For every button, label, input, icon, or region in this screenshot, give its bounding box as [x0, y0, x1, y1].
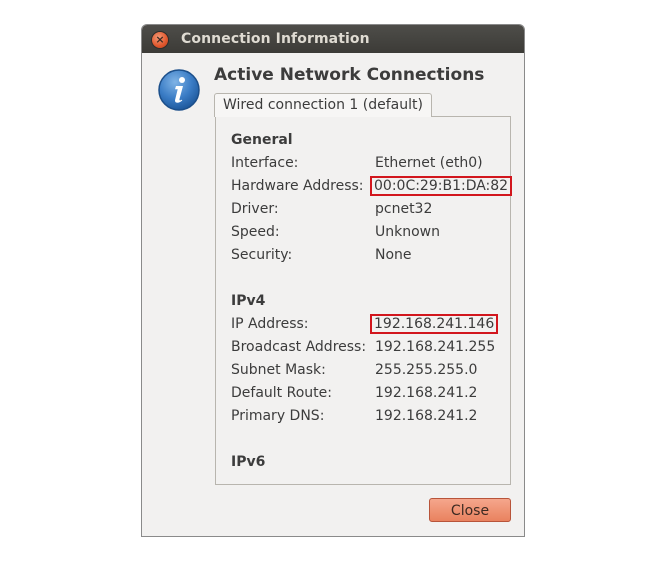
hardware-address-value: 00:0C:29:B1:DA:82 — [369, 176, 513, 196]
connection-info-dialog: × Connection Information Active Network … — [141, 24, 525, 537]
default-route-label: Default Route: — [231, 385, 332, 401]
section-title-ipv4: IPv4 — [231, 293, 266, 309]
speed-label: Speed: — [231, 224, 280, 240]
primary-dns-label: Primary DNS: — [231, 408, 325, 424]
interface-value: Ethernet (eth0) — [375, 155, 483, 171]
info-icon — [158, 69, 200, 111]
broadcast-address-value: 192.168.241.255 — [375, 339, 496, 355]
ip-address-label: IP Address: — [231, 316, 309, 332]
security-value: None — [375, 247, 412, 263]
security-label: Security: — [231, 247, 293, 263]
ip-address-value-wrap: 192.168.241.146 — [369, 314, 499, 334]
page-title: Active Network Connections — [214, 65, 485, 85]
speed-value: Unknown — [375, 224, 440, 240]
broadcast-address-label: Broadcast Address: — [231, 339, 367, 355]
primary-dns-value: 192.168.241.2 — [375, 408, 478, 424]
window-title: Connection Information — [181, 31, 370, 47]
driver-value: pcnet32 — [375, 201, 433, 217]
close-button[interactable]: Close — [429, 498, 511, 522]
title-bar[interactable]: × Connection Information — [142, 25, 524, 53]
section-title-general: General — [231, 132, 293, 148]
ip-address-value: 192.168.241.146 — [369, 314, 499, 334]
default-route-value: 192.168.241.2 — [375, 385, 478, 401]
hardware-address-value-wrap: 00:0C:29:B1:DA:82 — [369, 176, 513, 196]
section-title-ipv6: IPv6 — [231, 454, 266, 470]
subnet-mask-label: Subnet Mask: — [231, 362, 326, 378]
interface-label: Interface: — [231, 155, 299, 171]
hardware-address-label: Hardware Address: — [231, 178, 364, 194]
tab-wired-connection-1[interactable]: Wired connection 1 (default) — [214, 93, 432, 117]
connection-details-panel: General Interface: Ethernet (eth0) Hardw… — [215, 116, 513, 485]
driver-label: Driver: — [231, 201, 279, 217]
close-icon[interactable]: × — [152, 32, 168, 48]
subnet-mask-value: 255.255.255.0 — [375, 362, 478, 378]
